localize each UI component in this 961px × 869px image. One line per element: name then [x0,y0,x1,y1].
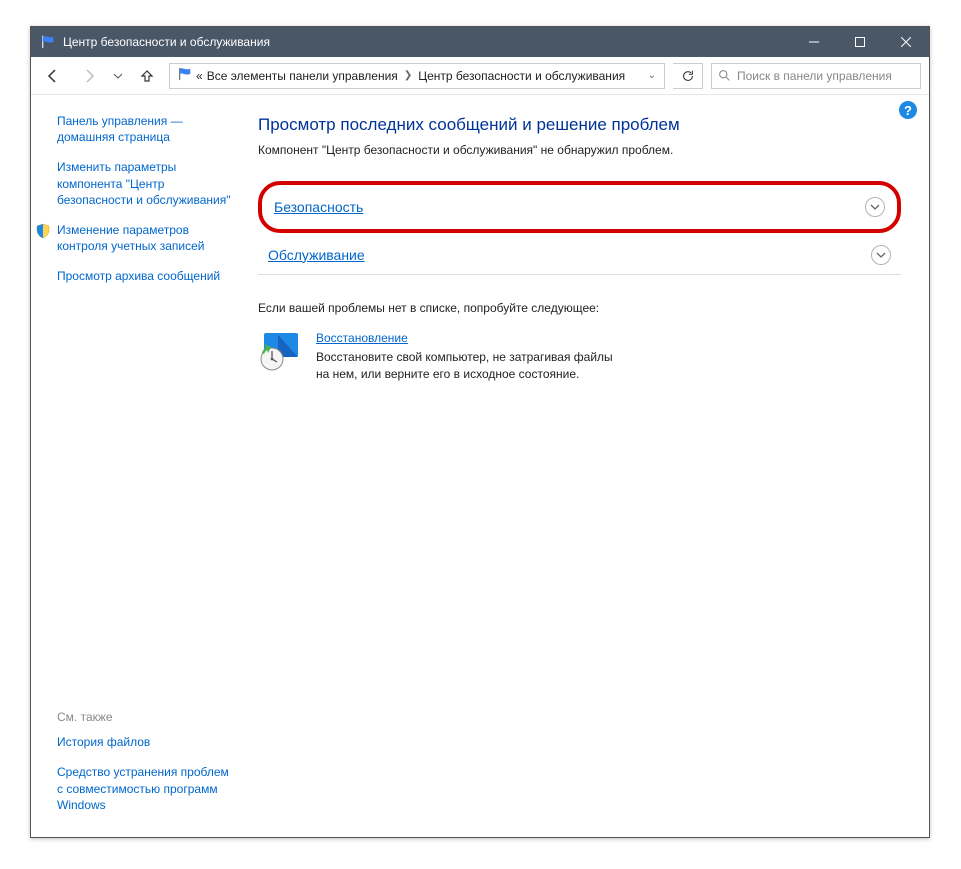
chevron-right-icon: ❯ [404,70,412,81]
recovery-icon [258,331,302,371]
recovery-text: Восстановление Восстановите свой компьют… [316,331,618,383]
toolbar: « Все элементы панели управления ❯ Центр… [31,57,929,95]
help-icon[interactable]: ? [899,101,917,119]
page-title: Просмотр последних сообщений и решение п… [258,115,901,135]
maintenance-section[interactable]: Обслуживание [258,235,901,275]
breadcrumb-item[interactable]: Все элементы панели управления [207,69,398,83]
chevron-down-icon [871,245,891,265]
flag-icon [41,35,55,49]
breadcrumb[interactable]: « Все элементы панели управления ❯ Центр… [169,63,665,89]
titlebar: Центр безопасности и обслуживания [31,27,929,57]
minimize-button[interactable] [791,27,837,57]
sidebar: Панель управления — домашняя страница Из… [31,95,246,837]
back-button[interactable] [39,62,67,90]
sidebar-home-link[interactable]: Панель управления — домашняя страница [57,113,236,145]
search-icon [718,69,731,82]
sidebar-archive-link[interactable]: Просмотр архива сообщений [57,268,236,284]
recovery-desc: Восстановите свой компьютер, не затрагив… [316,349,618,383]
breadcrumb-prefix: « [196,69,203,83]
sidebar-file-history-link[interactable]: История файлов [57,734,236,750]
sidebar-change-settings-link[interactable]: Изменить параметры компонента "Центр без… [57,159,236,208]
breadcrumb-item[interactable]: Центр безопасности и обслуживания [418,69,625,83]
recovery-block: Восстановление Восстановите свой компьют… [258,331,618,383]
flag-icon [178,67,192,84]
refresh-button[interactable] [673,63,703,89]
not-found-text: Если вашей проблемы нет в списке, попроб… [258,301,901,315]
sidebar-uac-link[interactable]: Изменение параметров контроля учетных за… [57,222,236,254]
sidebar-compat-troubleshoot-link[interactable]: Средство устранения проблем с совместимо… [57,764,236,813]
maximize-button[interactable] [837,27,883,57]
recent-dropdown[interactable] [111,62,125,90]
control-panel-window: Центр безопасности и обслуживания [30,26,930,838]
forward-button[interactable] [75,62,103,90]
search-input[interactable] [737,69,914,83]
window-title: Центр безопасности и обслуживания [63,35,791,49]
security-label: Безопасность [274,199,865,215]
chevron-down-icon [865,197,885,217]
body: Панель управления — домашняя страница Из… [31,95,929,837]
security-section[interactable]: Безопасность [264,187,895,227]
search-box[interactable] [711,63,921,89]
shield-icon [35,223,51,239]
maintenance-label: Обслуживание [268,247,871,263]
recovery-link[interactable]: Восстановление [316,331,408,345]
main-content: ? Просмотр последних сообщений и решение… [246,95,929,837]
chevron-down-icon[interactable]: ⌄ [648,70,656,81]
page-subtext: Компонент "Центр безопасности и обслужив… [258,143,901,157]
highlight-annotation: Безопасность [258,181,901,233]
close-button[interactable] [883,27,929,57]
up-button[interactable] [133,62,161,90]
see-also-label: См. также [57,710,236,724]
